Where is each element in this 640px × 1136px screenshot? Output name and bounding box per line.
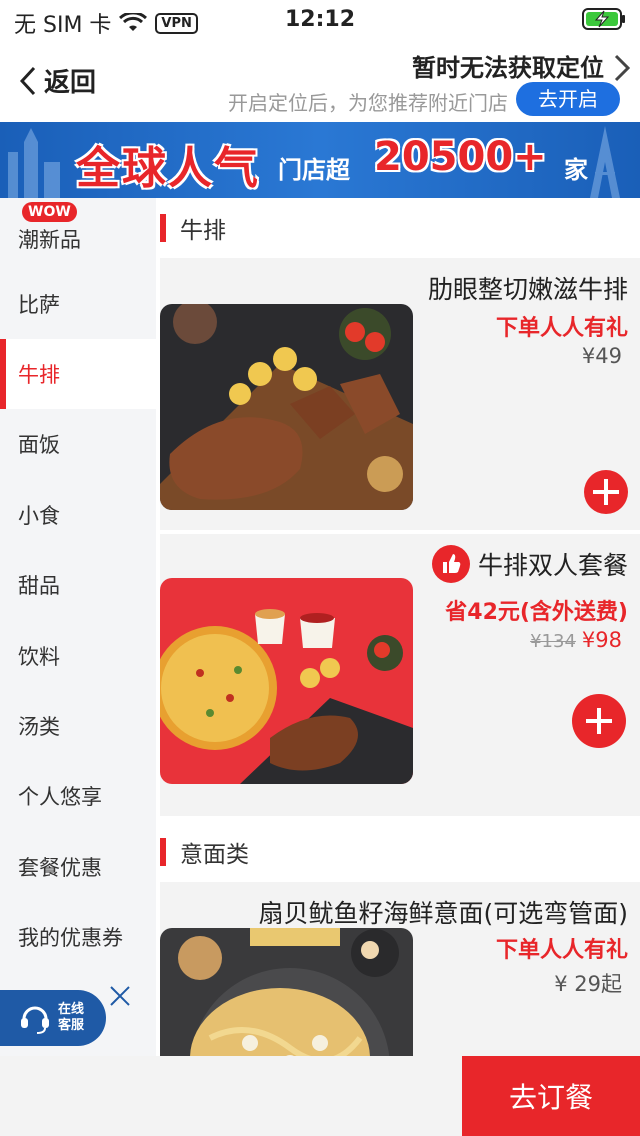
sidebar-item-desserts[interactable]: 甜品 xyxy=(0,550,156,620)
steak-photo xyxy=(160,304,413,510)
section-header: 牛排 xyxy=(156,198,640,258)
menu-item-card[interactable]: 肋眼整切嫩滋牛排 下单人人有礼 ¥49 xyxy=(160,258,640,530)
item-name: 扇贝鱿鱼籽海鲜意面(可选弯管面) xyxy=(258,899,628,928)
status-bar: 无 SIM 卡 VPN 12:12 xyxy=(0,0,640,40)
sidebar-item-personal[interactable]: 个人悠享 xyxy=(0,761,156,831)
back-button[interactable]: 返回 xyxy=(20,62,96,99)
sidebar-item-label: 比萨 xyxy=(18,292,60,317)
sidebar-item-label: 汤类 xyxy=(18,714,60,739)
steak-combo-photo xyxy=(160,578,413,784)
service-label: 在线 客服 xyxy=(58,1002,84,1034)
banner-text-mid: 门店超 xyxy=(278,156,350,184)
item-price: ¥49 xyxy=(582,344,622,368)
item-price: ¥134 ¥98 xyxy=(530,628,622,652)
menu-item-card[interactable]: 扇贝鱿鱼籽海鲜意面(可选弯管面) 下单人人有礼 ¥ 29起 xyxy=(160,882,640,1056)
category-sidebar: WOW 潮新品 比萨 牛排 面饭 小食 甜品 饮料 汤类 个人悠享 套餐优惠 我… xyxy=(0,198,156,1056)
item-original-price: ¥134 xyxy=(530,631,576,652)
item-name: 肋眼整切嫩滋牛排 xyxy=(427,275,628,304)
item-promo: 下单人人有礼 xyxy=(495,316,628,341)
close-icon[interactable] xyxy=(108,984,132,1008)
location-subtitle: 开启定位后，为您推荐附近门店 xyxy=(228,91,508,115)
service-label-line2: 客服 xyxy=(58,1018,85,1033)
screen: 无 SIM 卡 VPN 12:12 返回 暂时无法获取定位 开启定位后，为您推荐… xyxy=(0,0,640,1136)
menu-content[interactable]: 牛排 肋眼整切嫩滋牛排 下单人人有礼 ¥49 牛排双人套餐 省42元(含外送费)… xyxy=(156,198,640,1056)
landmark-right-illustration xyxy=(590,126,620,198)
battery-icon xyxy=(582,8,625,30)
menu-item-card[interactable]: 牛排双人套餐 省42元(含外送费) ¥134 ¥98 xyxy=(160,534,640,816)
chevron-right-icon[interactable] xyxy=(614,54,630,82)
banner-number: 20500+ xyxy=(374,134,547,180)
sidebar-item-pizza[interactable]: 比萨 xyxy=(0,268,156,338)
status-time: 12:12 xyxy=(284,7,356,32)
item-promo: 省42元(含外送费) xyxy=(445,600,628,625)
section-marker xyxy=(160,838,166,866)
headset-icon xyxy=(21,1006,49,1034)
landmark-left-illustration xyxy=(8,128,60,198)
item-current-price: ¥98 xyxy=(581,628,622,652)
banner-headline: 全球人气 xyxy=(76,143,260,194)
sidebar-item-steak[interactable]: 牛排 xyxy=(0,338,156,410)
sidebar-item-snacks[interactable]: 小食 xyxy=(0,480,156,550)
add-to-cart-button[interactable] xyxy=(584,470,628,514)
sidebar-item-soups[interactable]: 汤类 xyxy=(0,691,156,761)
online-service-button[interactable]: 在线 客服 xyxy=(0,990,106,1046)
item-name: 牛排双人套餐 xyxy=(477,551,628,580)
sidebar-item-label: 潮新品 xyxy=(18,228,81,253)
add-to-cart-button[interactable] xyxy=(572,694,626,748)
section-marker xyxy=(160,214,166,242)
item-promo: 下单人人有礼 xyxy=(495,938,628,963)
sidebar-item-label: 我的优惠券 xyxy=(18,926,123,951)
section-title: 意面类 xyxy=(180,842,249,868)
thumbs-up-icon xyxy=(431,545,470,583)
item-name-row: 牛排双人套餐 xyxy=(431,545,628,586)
sidebar-item-label: 甜品 xyxy=(18,574,60,599)
item-image[interactable] xyxy=(160,928,413,1056)
sidebar-item-label: 个人悠享 xyxy=(18,785,102,810)
back-label: 返回 xyxy=(44,68,97,98)
sidebar-item-label: 饮料 xyxy=(18,644,60,669)
sidebar-item-label: 牛排 xyxy=(18,362,60,387)
location-title[interactable]: 暂时无法获取定位 xyxy=(412,48,604,83)
item-current-price: ¥ 29起 xyxy=(554,972,622,996)
nav-bar: 返回 暂时无法获取定位 开启定位后，为您推荐附近门店 去开启 xyxy=(0,40,640,122)
sidebar-item-noodles-rice[interactable]: 面饭 xyxy=(0,409,156,479)
sidebar-item-combo-deals[interactable]: 套餐优惠 xyxy=(0,832,156,902)
item-current-price: ¥49 xyxy=(581,344,622,368)
sidebar-item-my-coupons[interactable]: 我的优惠券 xyxy=(0,902,156,972)
item-image[interactable] xyxy=(160,578,413,784)
sidebar-item-label: 套餐优惠 xyxy=(18,855,102,880)
bottom-bar: 去订餐 xyxy=(0,1056,640,1136)
section-title: 牛排 xyxy=(180,218,226,244)
sidebar-item-label: 面饭 xyxy=(18,433,60,458)
item-image[interactable] xyxy=(160,304,413,510)
go-order-button[interactable]: 去订餐 xyxy=(462,1056,640,1136)
wow-badge: WOW xyxy=(22,202,77,222)
service-label-line1: 在线 xyxy=(58,1002,85,1017)
promo-banner[interactable]: 全球人气 门店超 20500+ 家 xyxy=(0,122,640,198)
enable-location-button[interactable]: 去开启 xyxy=(516,82,620,116)
chevron-left-icon xyxy=(20,66,36,95)
sidebar-item-new[interactable]: WOW 潮新品 xyxy=(0,198,156,268)
sidebar-item-label: 小食 xyxy=(18,503,60,528)
section-header: 意面类 xyxy=(156,822,640,882)
item-price: ¥ 29起 xyxy=(554,968,622,998)
seafood-pasta-photo xyxy=(160,928,413,1056)
sidebar-item-drinks[interactable]: 饮料 xyxy=(0,620,156,690)
